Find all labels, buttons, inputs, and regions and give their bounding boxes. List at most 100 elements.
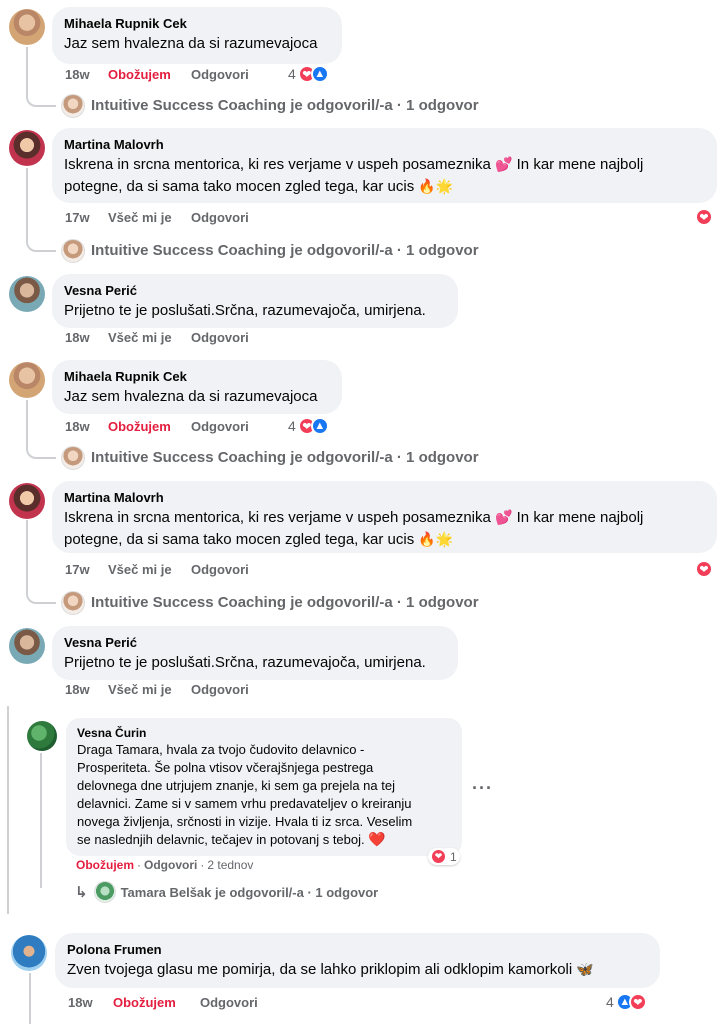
comment-author[interactable]: Vesna Perić bbox=[64, 634, 446, 652]
comment-bubble: Vesna Čurin Draga Tamara, hvala za tvojo… bbox=[66, 718, 462, 856]
reaction-summary[interactable]: ❤ 1 bbox=[428, 848, 460, 865]
comment-author[interactable]: Mihaela Rupnik Cek bbox=[64, 15, 330, 33]
comment-text: Jaz sem hvalezna da si razumevajoca bbox=[64, 35, 318, 52]
comment-actions: Obožujem · Odgovori · 2 tednov bbox=[76, 858, 253, 872]
reaction-summary[interactable]: ❤ bbox=[695, 560, 713, 578]
hearts-emoji-icon: 💕 bbox=[495, 157, 513, 173]
react-button[interactable]: Všeč mi je bbox=[108, 330, 191, 345]
reply-summary-text: Tamara Belšak je odgovoril/-a · 1 odgovo… bbox=[120, 884, 379, 900]
comment-text: In kar mene najbolj bbox=[516, 509, 644, 526]
comment-text: delovnega dne utrjujem znanje, ki sem ga… bbox=[77, 778, 395, 793]
comment-actions: 18w Všeč mi je Odgovori bbox=[65, 330, 249, 345]
heart-emoji-icon: ❤️ bbox=[368, 832, 386, 848]
love-icon: ❤ bbox=[695, 560, 713, 578]
reply-button[interactable]: Odgovori bbox=[191, 419, 249, 434]
avatar[interactable] bbox=[9, 276, 45, 312]
reaction-count: 4 bbox=[288, 418, 296, 434]
love-icon: ❤ bbox=[695, 208, 713, 226]
view-replies-link[interactable]: Intuitive Success Coaching je odgovoril/… bbox=[91, 594, 479, 611]
react-button[interactable]: Obožujem bbox=[76, 858, 134, 872]
comment-text-line: potegne, da si sama tako mocen zgled teg… bbox=[64, 529, 705, 551]
comment-text: potegne, da si sama tako mocen zgled teg… bbox=[64, 531, 415, 548]
fire-star-emoji-icon: 🔥🌟 bbox=[418, 179, 454, 195]
react-button[interactable]: Všeč mi je bbox=[108, 682, 191, 697]
reaction-summary[interactable]: 4 ❤ ▲ bbox=[288, 65, 329, 83]
comment-time[interactable]: 18w bbox=[65, 419, 108, 434]
reply-button[interactable]: Odgovori bbox=[200, 995, 258, 1010]
reply-arrow-icon: ↳ bbox=[75, 884, 88, 901]
reply-button[interactable]: Odgovori bbox=[191, 562, 249, 577]
comment-bubble: Martina Malovrh Iskrena in srcna mentori… bbox=[52, 481, 717, 553]
react-button[interactable]: Obožujem bbox=[108, 67, 191, 82]
comment-actions: 18w Všeč mi je Odgovori bbox=[65, 682, 249, 697]
thread-sidebar bbox=[7, 706, 9, 914]
avatar bbox=[61, 591, 85, 615]
comment-text: se naslednjih delavnic, tečajev in potov… bbox=[77, 832, 365, 847]
comment-text: Iskrena in srcna mentorica, ki res verja… bbox=[64, 509, 491, 526]
comment-text-line: Zven tvojega glasu me pomirja, da se lah… bbox=[67, 959, 648, 981]
view-replies-link[interactable]: Intuitive Success Coaching je odgovoril/… bbox=[91, 242, 479, 259]
comment-time[interactable]: 17w bbox=[65, 210, 108, 225]
reaction-count: 1 bbox=[450, 849, 457, 864]
comment-actions: 17w Všeč mi je Odgovori bbox=[65, 210, 249, 225]
avatar[interactable] bbox=[11, 935, 47, 971]
reply-button[interactable]: Odgovori bbox=[191, 210, 249, 225]
avatar bbox=[61, 94, 85, 118]
comment-bubble: Mihaela Rupnik Cek Jaz sem hvalezna da s… bbox=[52, 360, 342, 414]
reply-button[interactable]: Odgovori bbox=[144, 858, 197, 872]
react-button[interactable]: Všeč mi je bbox=[108, 210, 191, 225]
comment-time[interactable]: 17w bbox=[65, 562, 108, 577]
avatar[interactable] bbox=[9, 483, 45, 519]
react-button[interactable]: Obožujem bbox=[108, 419, 191, 434]
comment-time[interactable]: 18w bbox=[65, 330, 108, 345]
comment-actions: 18w Obožujem Odgovori bbox=[65, 419, 249, 434]
comment-bubble: Polona Frumen Zven tvojega glasu me pomi… bbox=[55, 933, 660, 988]
avatar bbox=[61, 239, 85, 263]
comment-author[interactable]: Martina Malovrh bbox=[64, 489, 705, 507]
reply-connector bbox=[26, 400, 56, 459]
more-options-icon[interactable]: ··· bbox=[472, 778, 493, 799]
avatar bbox=[61, 446, 85, 470]
comment-text: Prijetno te je poslušati.Srčna, razumeva… bbox=[64, 654, 426, 671]
comment-bubble: Vesna Perić Prijetno te je poslušati.Srč… bbox=[52, 626, 458, 680]
reaction-summary[interactable]: ❤ bbox=[695, 208, 713, 226]
reaction-summary[interactable]: 4 ▲ ❤ bbox=[606, 993, 647, 1011]
avatar[interactable] bbox=[27, 721, 57, 751]
avatar[interactable] bbox=[9, 628, 45, 664]
comment-text: novega življenja, srčnosti in vizije. Hv… bbox=[77, 814, 413, 829]
react-button[interactable]: Všeč mi je bbox=[108, 562, 191, 577]
avatar[interactable] bbox=[9, 362, 45, 398]
comment-time[interactable]: 18w bbox=[65, 67, 108, 82]
comment-text: Draga Tamara, hvala za tvojo čudovito de… bbox=[77, 742, 365, 757]
fire-star-emoji-icon: 🔥🌟 bbox=[418, 532, 454, 548]
avatar[interactable] bbox=[9, 9, 45, 45]
comment-author[interactable]: Vesna Čurin bbox=[77, 725, 451, 741]
comment-author[interactable]: Mihaela Rupnik Cek bbox=[64, 368, 330, 386]
reaction-summary[interactable]: 4 ❤ ▲ bbox=[288, 417, 329, 435]
view-replies-link[interactable]: ↳ Tamara Belšak je odgovoril/-a · 1 odgo… bbox=[75, 881, 378, 903]
love-icon: ❤ bbox=[431, 849, 446, 864]
comment-text: delavnici. Zame si v samem vrhu predavat… bbox=[77, 796, 412, 811]
separator: · bbox=[137, 858, 142, 872]
view-replies-link[interactable]: Intuitive Success Coaching je odgovoril/… bbox=[91, 449, 479, 466]
reply-connector bbox=[40, 753, 42, 888]
reply-button[interactable]: Odgovori bbox=[191, 330, 249, 345]
avatar[interactable] bbox=[9, 130, 45, 166]
reply-button[interactable]: Odgovori bbox=[191, 682, 249, 697]
comment-time[interactable]: 2 tednov bbox=[207, 858, 253, 872]
comment-time[interactable]: 18w bbox=[68, 995, 113, 1010]
comment-text: potegne, da si sama tako mocen zgled teg… bbox=[64, 178, 415, 195]
comment-author[interactable]: Vesna Perić bbox=[64, 282, 446, 300]
comment-text-line: potegne, da si sama tako mocen zgled teg… bbox=[64, 176, 705, 198]
react-button[interactable]: Obožujem bbox=[113, 995, 200, 1010]
comment-text: Zven tvojega glasu me pomirja, da se lah… bbox=[67, 961, 573, 978]
butterfly-emoji-icon: 🦋 bbox=[576, 962, 594, 978]
comment-text-line: Iskrena in srcna mentorica, ki res verja… bbox=[64, 154, 705, 176]
reaction-count: 4 bbox=[606, 994, 614, 1010]
comment-author[interactable]: Polona Frumen bbox=[67, 941, 648, 959]
comment-author[interactable]: Martina Malovrh bbox=[64, 136, 705, 154]
reply-button[interactable]: Odgovori bbox=[191, 67, 249, 82]
comment-time[interactable]: 18w bbox=[65, 682, 108, 697]
comment-text: Jaz sem hvalezna da si razumevajoca bbox=[64, 388, 318, 405]
view-replies-link[interactable]: Intuitive Success Coaching je odgovoril/… bbox=[91, 97, 479, 114]
